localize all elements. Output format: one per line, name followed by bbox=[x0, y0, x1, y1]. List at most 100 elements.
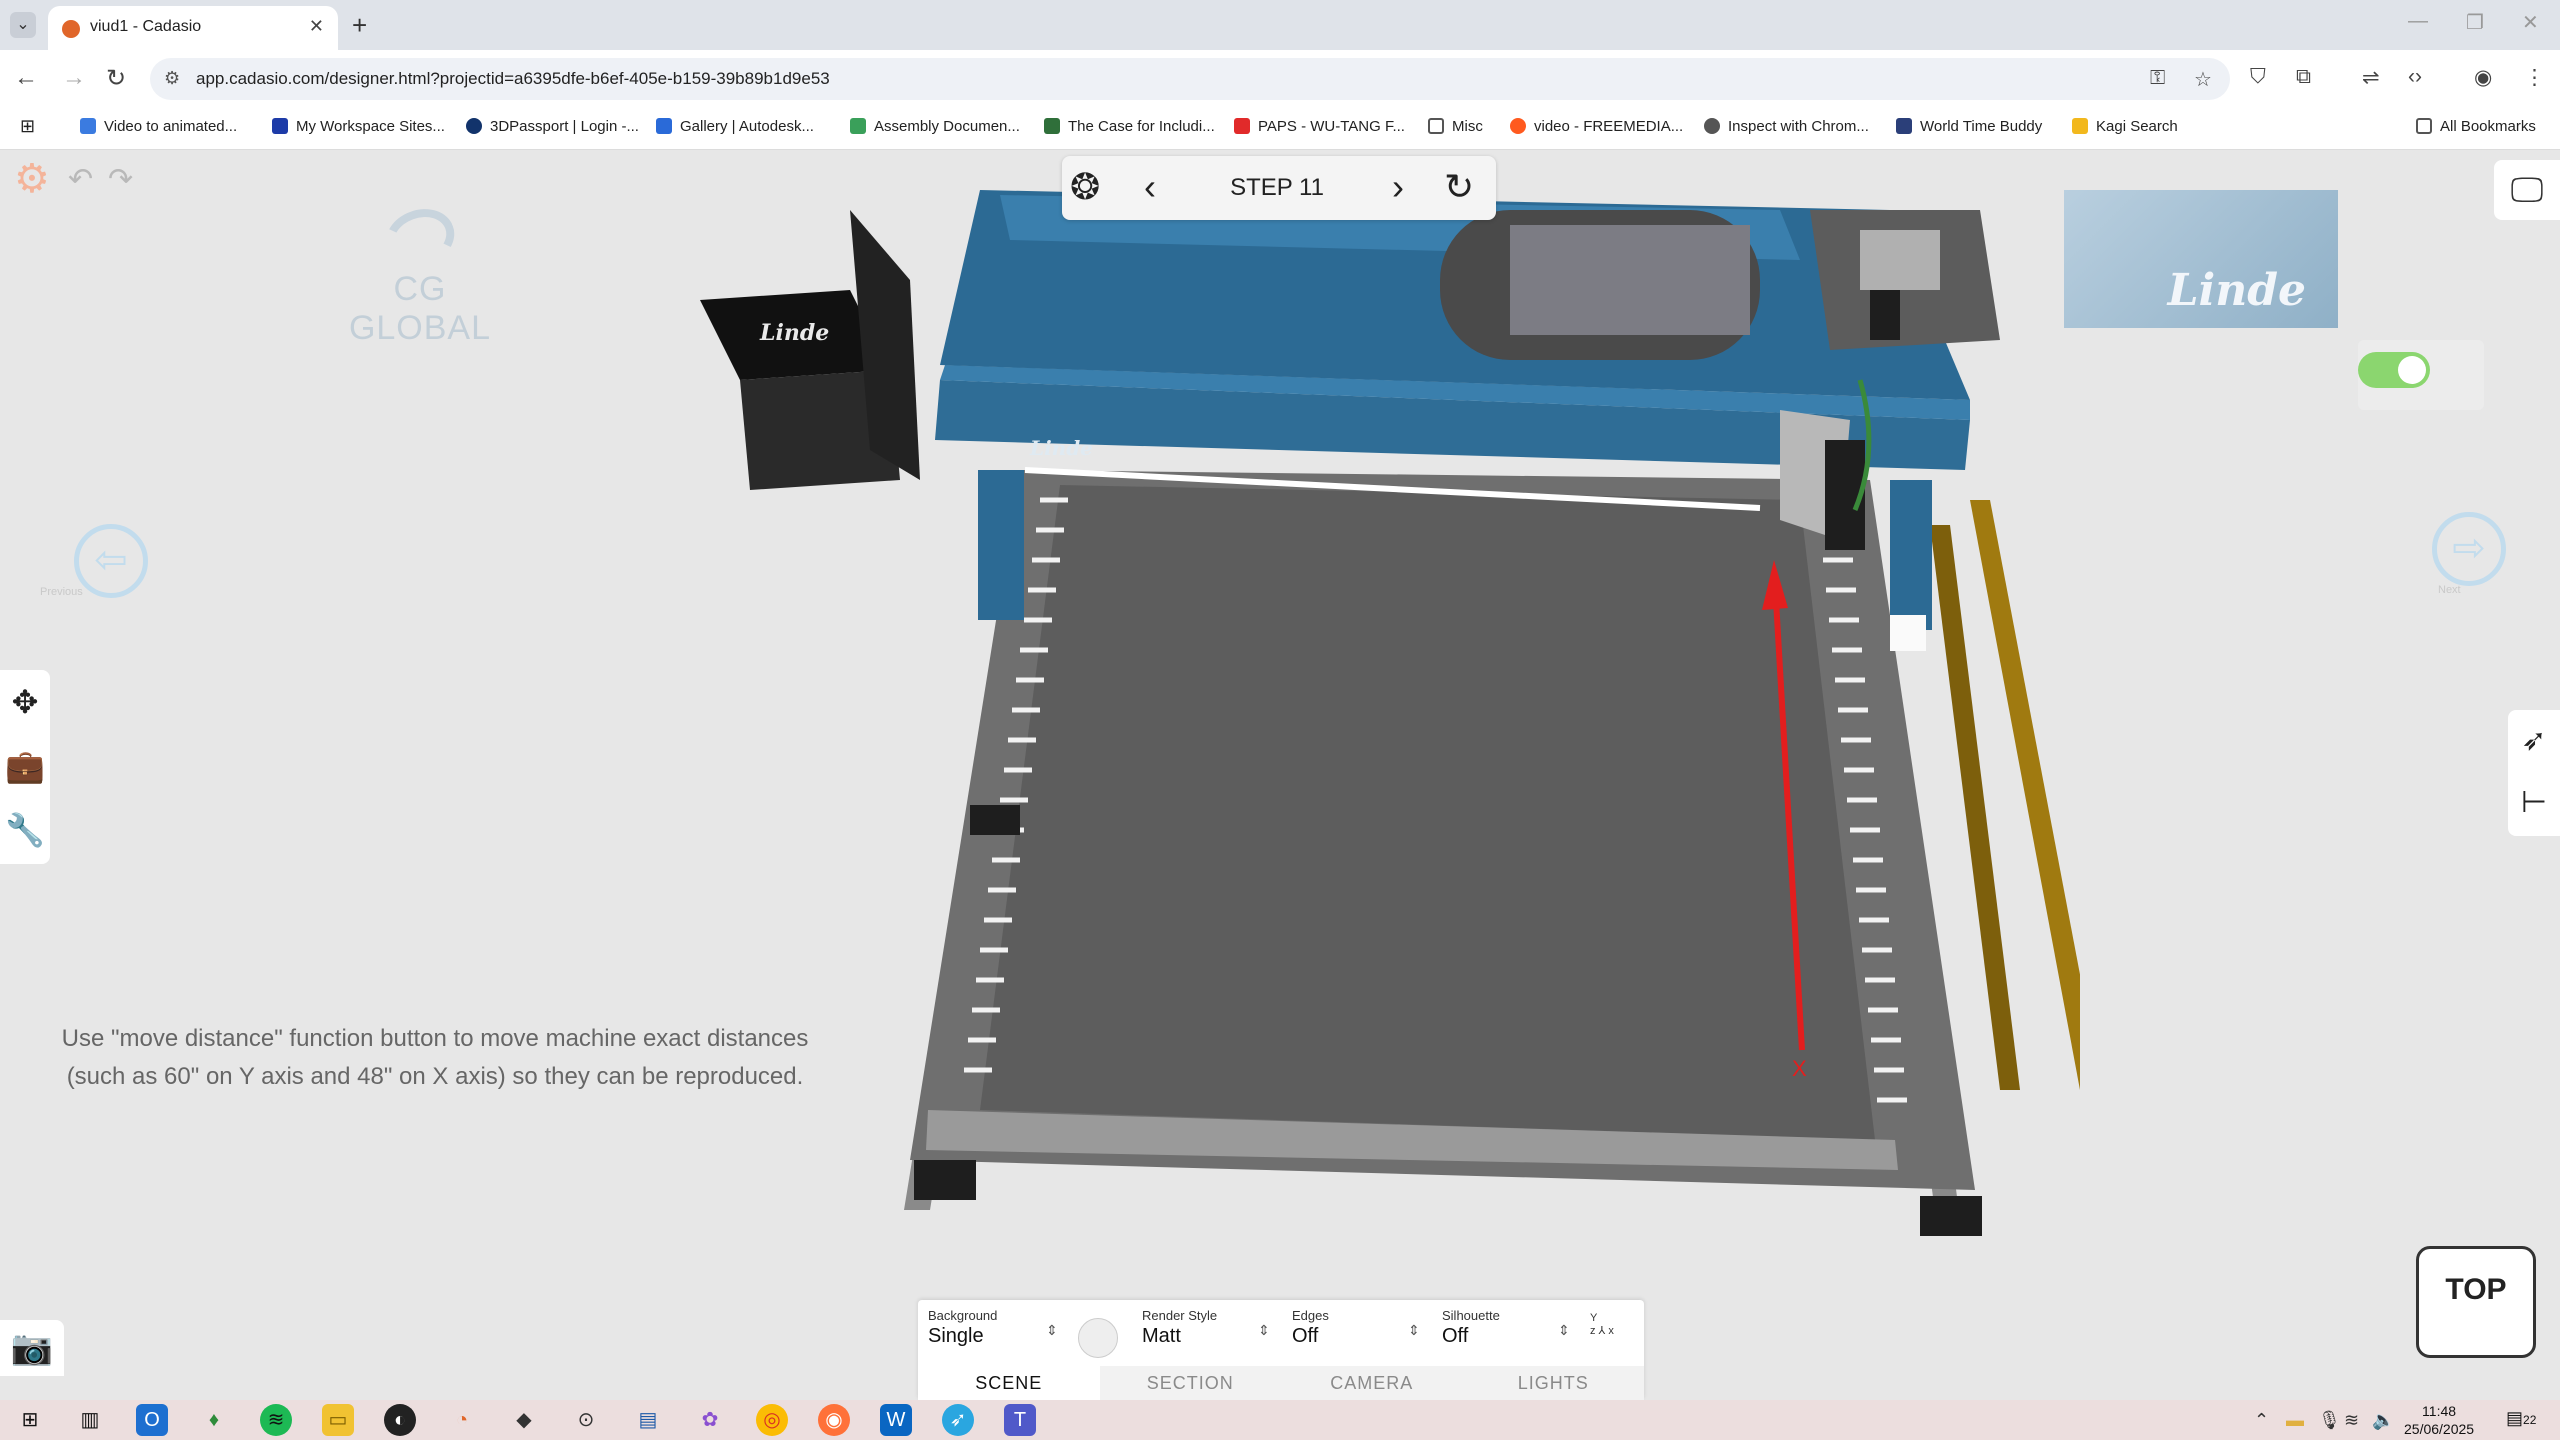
webstorm-icon[interactable]: W bbox=[880, 1404, 912, 1436]
windows-start-icon[interactable]: ⊞ bbox=[14, 1404, 46, 1436]
bookmark-folder[interactable]: Misc bbox=[1428, 118, 1483, 135]
mongodb-icon[interactable]: ♦ bbox=[198, 1404, 230, 1436]
bookmark-item[interactable]: Gallery | Autodesk... bbox=[656, 118, 814, 135]
redo-icon[interactable]: ↷ bbox=[108, 162, 133, 197]
tab-lights[interactable]: LIGHTS bbox=[1462, 1366, 1644, 1400]
silhouette-dropdown-icon[interactable]: ⇕ bbox=[1558, 1322, 1570, 1339]
tray-expand-icon[interactable]: ⌃ bbox=[2254, 1410, 2269, 1431]
tray-folder-icon[interactable]: ▬ bbox=[2286, 1410, 2304, 1431]
design-app-icon[interactable]: ▤ bbox=[632, 1404, 664, 1436]
previous-step-button[interactable]: ‹ bbox=[1144, 166, 1156, 208]
bookmark-item[interactable]: video - FREEMEDIA... bbox=[1510, 118, 1683, 135]
minimize-window-icon[interactable]: — bbox=[2408, 10, 2428, 33]
monitor-icon[interactable]: 🖵 bbox=[2494, 160, 2560, 220]
aperture-icon[interactable]: ❂ bbox=[1070, 166, 1100, 208]
restore-window-icon[interactable]: ❐ bbox=[2466, 10, 2484, 35]
obs-icon[interactable]: ◐ bbox=[384, 1404, 416, 1436]
microphone-icon[interactable]: 🎙 bbox=[2318, 1410, 2341, 1431]
cadasio-gear-logo-icon[interactable]: ⚙ bbox=[14, 156, 50, 202]
bookmark-item[interactable]: Video to animated... bbox=[80, 118, 237, 135]
bookmark-item[interactable]: Kagi Search bbox=[2072, 118, 2178, 135]
edges-select[interactable]: Edges Off bbox=[1292, 1308, 1329, 1348]
speaker-icon[interactable]: 🔈 bbox=[2372, 1410, 2394, 1431]
tab-scene[interactable]: SCENE bbox=[918, 1366, 1100, 1400]
vr-headset-icon[interactable]: ⊙ bbox=[570, 1404, 602, 1436]
back-arrow-icon[interactable]: ← bbox=[14, 64, 38, 92]
close-window-icon[interactable]: ✕ bbox=[2522, 10, 2539, 35]
bookmark-item[interactable]: PAPS - WU-TANG F... bbox=[1234, 118, 1405, 135]
bookmark-item[interactable]: Inspect with Chrom... bbox=[1704, 118, 1869, 135]
display-toggle[interactable] bbox=[2358, 352, 2430, 388]
cadasio-app-icon[interactable]: ◔ bbox=[446, 1404, 478, 1436]
extensions-puzzle-icon[interactable]: ⧉ bbox=[2296, 65, 2311, 89]
file-explorer-icon[interactable]: ▭ bbox=[322, 1404, 354, 1436]
apps-grid-icon[interactable]: ⊞ bbox=[20, 116, 35, 137]
next-step-button[interactable]: › bbox=[1392, 166, 1404, 208]
next-arrow-icon[interactable]: ⇨ bbox=[2432, 512, 2506, 586]
new-tab-button[interactable]: + bbox=[352, 10, 367, 41]
app-feather-icon[interactable]: ➶ bbox=[942, 1404, 974, 1436]
bookmark-label: Assembly Documen... bbox=[874, 118, 1020, 135]
cutting-area bbox=[980, 485, 1875, 1140]
close-tab-icon[interactable]: ✕ bbox=[309, 16, 324, 37]
render-style-dropdown-icon[interactable]: ⇕ bbox=[1258, 1322, 1270, 1339]
site-info-icon[interactable]: ⚙ bbox=[164, 68, 180, 89]
assembly-tree-icon[interactable]: ⊢ bbox=[2508, 772, 2560, 834]
inkscape-icon[interactable]: ◆ bbox=[508, 1404, 540, 1436]
devtools-code-icon[interactable]: ‹› bbox=[2408, 65, 2422, 89]
bookmark-star-icon[interactable]: ☆ bbox=[2194, 67, 2212, 92]
bookmark-favicon-icon bbox=[850, 118, 866, 134]
forward-arrow-icon[interactable]: → bbox=[62, 64, 86, 92]
bookmark-favicon-icon bbox=[2072, 118, 2088, 134]
view-cube-top[interactable]: TOP bbox=[2416, 1246, 2536, 1358]
edges-dropdown-icon[interactable]: ⇕ bbox=[1408, 1322, 1420, 1339]
bookmark-item[interactable]: My Workspace Sites... bbox=[272, 118, 445, 135]
outlook-icon[interactable]: O bbox=[136, 1404, 168, 1436]
profile-icon[interactable]: ◉ bbox=[2474, 65, 2492, 90]
flower-app-icon[interactable]: ✿ bbox=[694, 1404, 726, 1436]
background-color-swatch[interactable] bbox=[1078, 1318, 1118, 1358]
url-text[interactable]: app.cadasio.com/designer.html?projectid=… bbox=[196, 69, 830, 89]
address-bar[interactable]: ⚙ app.cadasio.com/designer.html?projecti… bbox=[150, 58, 2230, 100]
silhouette-select[interactable]: Silhouette Off bbox=[1442, 1308, 1500, 1348]
network-icon[interactable]: ⇌ bbox=[2362, 65, 2380, 90]
move-arrows-icon[interactable]: ✥ bbox=[0, 670, 50, 734]
axis-triad-icon[interactable]: Yz ⅄ x bbox=[1590, 1312, 1614, 1337]
bookmark-item[interactable]: 3DPassport | Login -... bbox=[466, 118, 639, 135]
task-view-icon[interactable]: ▥ bbox=[74, 1404, 106, 1436]
wrench-tool-icon[interactable]: 🔧 bbox=[0, 798, 50, 862]
bookmark-item[interactable]: Assembly Documen... bbox=[850, 118, 1020, 135]
previous-arrow-icon[interactable]: ⇦ bbox=[74, 524, 148, 598]
browser-menu-icon[interactable]: ⋮ bbox=[2524, 65, 2545, 90]
notification-center-icon[interactable]: ▤22 bbox=[2506, 1408, 2536, 1429]
tab-search-button[interactable]: ⌄ bbox=[10, 12, 36, 38]
chrome-icon[interactable]: ◎ bbox=[756, 1404, 788, 1436]
browser-tab[interactable]: viud1 - Cadasio ✕ bbox=[48, 6, 338, 50]
firefox-icon[interactable]: ◉ bbox=[818, 1404, 850, 1436]
render-style-select[interactable]: Render Style Matt bbox=[1142, 1308, 1217, 1348]
toolbox-briefcase-icon[interactable]: 💼 bbox=[0, 734, 50, 798]
wifi-icon[interactable]: ≋ bbox=[2344, 1410, 2359, 1431]
bookmark-item[interactable]: World Time Buddy bbox=[1896, 118, 2042, 135]
teams-icon[interactable]: T bbox=[1004, 1404, 1036, 1436]
table-foot bbox=[970, 805, 1020, 835]
tab-section[interactable]: SECTION bbox=[1099, 1366, 1281, 1400]
camera-icon[interactable]: 📷 bbox=[0, 1320, 64, 1376]
shield-extension-icon[interactable]: ⛉ bbox=[2250, 65, 2266, 89]
background-dropdown-icon[interactable]: ⇕ bbox=[1046, 1322, 1058, 1339]
cadasio-viewport[interactable]: ⚙ ↶ ↷ CG GLOBAL Linde Linde X ❂ ‹ STEP 1… bbox=[0, 150, 2560, 1400]
select-cursor-icon[interactable]: ➶ bbox=[2508, 710, 2560, 772]
password-key-icon[interactable]: ⚿ bbox=[2150, 67, 2165, 90]
cad-model-scene[interactable]: Linde Linde X bbox=[680, 150, 2080, 1250]
all-bookmarks-folder[interactable]: All Bookmarks bbox=[2416, 118, 2536, 135]
reload-icon[interactable]: ↻ bbox=[106, 64, 126, 93]
tab-camera[interactable]: CAMERA bbox=[1281, 1366, 1463, 1400]
bookmark-item[interactable]: The Case for Includi... bbox=[1044, 118, 1215, 135]
spotify-icon[interactable]: ≋ bbox=[260, 1404, 292, 1436]
linde-brand-panel: Linde bbox=[2064, 190, 2338, 328]
system-clock[interactable]: 11:48 25/06/2025 bbox=[2404, 1402, 2474, 1438]
browser-tab-strip: ⌄ viud1 - Cadasio ✕ + — ❐ ✕ bbox=[0, 0, 2560, 50]
undo-icon[interactable]: ↶ bbox=[68, 162, 93, 197]
replay-step-icon[interactable]: ↻ bbox=[1444, 166, 1474, 208]
background-select[interactable]: Background Single bbox=[928, 1308, 997, 1348]
